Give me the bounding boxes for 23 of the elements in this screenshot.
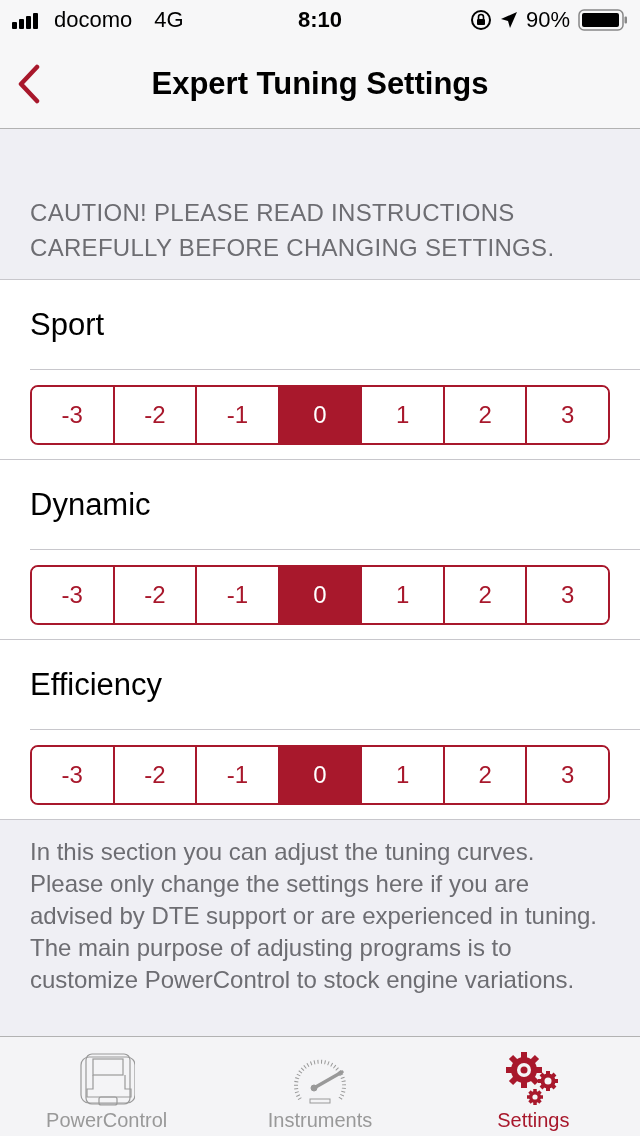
info-paragraph: In this section you can adjust the tuning curves. Please only change the settings here if you are advised by DTE support or are experienced in tuning. The main purpose of adjusting programs is to customize PowerControl to stock engine variations. [30,837,598,995]
caution-text: CAUTION! PLEASE READ INSTRUCTIONS CAREFULLY BEFORE CHANGING SETTINGS. [30,199,555,261]
speedometer-icon [292,1059,348,1107]
tab-bar-item[interactable]: Settings [426,1037,640,1136]
back-chevron-icon[interactable] [18,64,40,104]
battery-percentage: 90% [525,7,570,33]
connector-module-icon [78,1051,135,1107]
segment-option[interactable]: 3 [525,746,608,803]
rotation-lock-icon [469,9,492,31]
segment-option[interactable]: 3 [525,566,608,623]
carrier-name: docomo [54,7,133,33]
screen-title: Expert Tuning Settings [151,66,489,102]
battery-icon [578,9,628,31]
segment-option[interactable]: 3 [525,386,608,443]
segment-option[interactable]: 0 [277,386,361,443]
mode-label: Dynamic [30,486,151,523]
mode-label: Efficiency [30,666,163,703]
network-type: 4G [154,7,184,33]
clock-time: 8:10 [297,7,342,33]
mode-label: Sport [30,306,105,343]
segment-option[interactable]: 0 [277,566,361,623]
location-arrow-icon [499,11,518,29]
segment-option[interactable]: 0 [277,746,361,803]
